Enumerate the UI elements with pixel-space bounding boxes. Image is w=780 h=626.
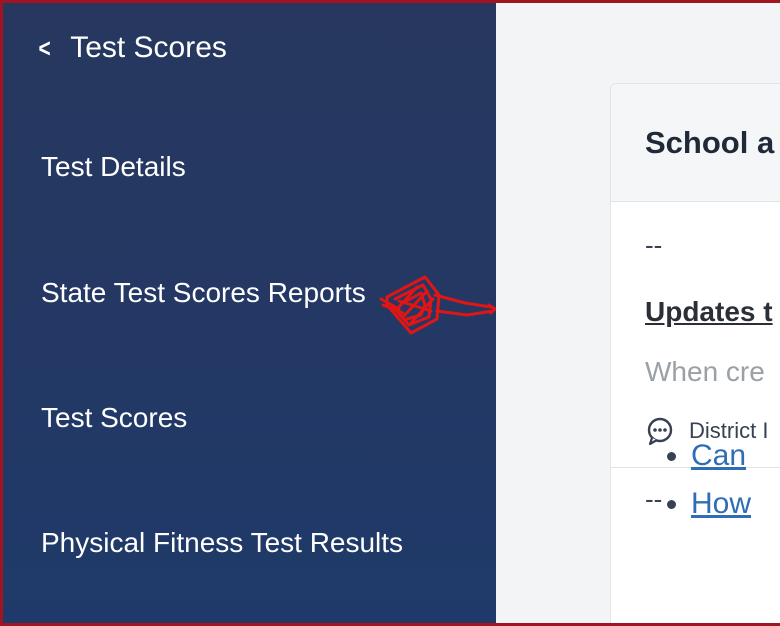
sidebar-item-test-details[interactable]: Test Details <box>41 151 186 183</box>
sidebar: < Test Scores Test Details State Test Sc… <box>3 3 497 623</box>
sidebar-item-label: Test Details <box>41 151 186 182</box>
sidebar-item-label: Test Scores <box>41 402 188 433</box>
list-item: Can <box>691 439 751 473</box>
list-item: How <box>691 487 751 521</box>
card-title: School a <box>645 124 775 160</box>
list-link[interactable]: How <box>691 487 751 520</box>
link-list: Can How <box>691 439 751 535</box>
content-card: School a -- Updates t When cre District … <box>610 83 780 623</box>
main-content: School a -- Updates t When cre District … <box>496 3 780 623</box>
separator-dash: -- <box>645 484 663 514</box>
card-header: School a <box>611 84 780 202</box>
sidebar-item-label: State Test Scores Reports <box>41 277 366 308</box>
back-link-label: Test Scores <box>70 31 227 64</box>
sidebar-item-physical-fitness-test-results[interactable]: Physical Fitness Test Results <box>41 527 403 559</box>
separator-dash: -- <box>645 230 663 260</box>
sidebar-item-test-scores[interactable]: Test Scores <box>41 402 187 434</box>
chevron-left-icon: < <box>38 32 51 63</box>
list-link[interactable]: Can <box>691 439 746 472</box>
update-section: -- Updates t When cre District I <box>611 202 780 468</box>
app-frame: < Test Scores Test Details State Test Sc… <box>0 0 780 626</box>
back-link[interactable]: < Test Scores <box>37 31 227 65</box>
hand-drawn-arrow-annotation <box>379 275 497 335</box>
updates-link[interactable]: Updates t <box>645 296 773 328</box>
update-description: When cre <box>645 356 765 387</box>
sidebar-item-label: Physical Fitness Test Results <box>41 527 404 558</box>
sidebar-item-state-test-scores-reports[interactable]: State Test Scores Reports <box>41 277 366 309</box>
